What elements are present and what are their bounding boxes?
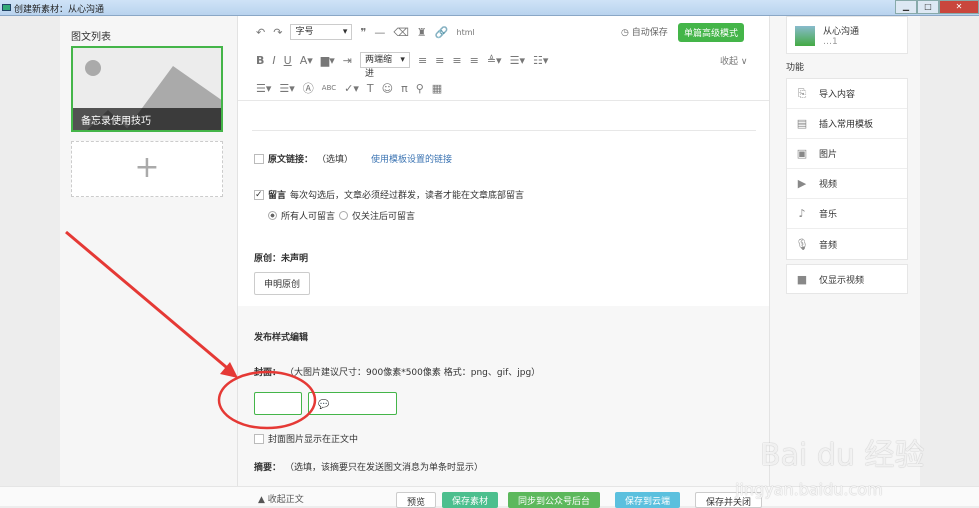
functions-heading: 功能 bbox=[786, 63, 805, 73]
toolbar-row-3: ☰▾ ☰▾ Ⓐ ABC ✓▾ T ☺ π ⚲ ▦ bbox=[256, 80, 442, 96]
table-icon[interactable]: ▦ bbox=[432, 82, 442, 95]
video-only-button[interactable]: ■ 仅显示视频 bbox=[786, 264, 908, 294]
function-list: ⎘ 导入内容 ▤ 插入常用模板 ▣ 图片 ▶ 视频 ♪ 音乐 🎙 音频 bbox=[786, 78, 908, 260]
add-article-button[interactable]: + bbox=[71, 141, 223, 197]
function-template[interactable]: ▤ 插入常用模板 bbox=[787, 109, 907, 139]
import-icon: ⎘ bbox=[797, 86, 807, 100]
strikethrough-icon[interactable]: ABC bbox=[322, 84, 336, 92]
article-list-heading: 图文列表 bbox=[71, 32, 111, 43]
cover-hint: （大图片建议尺寸：900像素*500像素 格式：png、gif、jpg） bbox=[285, 368, 541, 378]
find-icon[interactable]: ⚲ bbox=[416, 82, 424, 95]
unordered-list-icon[interactable]: ☰▾ bbox=[279, 82, 294, 95]
function-image[interactable]: ▣ 图片 bbox=[787, 139, 907, 169]
image-icon: ▣ bbox=[796, 147, 808, 160]
comment-all-label: 所有人可留言 bbox=[281, 212, 336, 222]
redo-icon[interactable]: ↷ bbox=[273, 26, 282, 39]
source-link-hint: （选填） bbox=[317, 155, 354, 165]
comment-followers-label: 仅关注后可留言 bbox=[352, 212, 416, 222]
function-import[interactable]: ⎘ 导入内容 bbox=[787, 79, 907, 109]
account-name: 从心沟通 bbox=[823, 27, 860, 37]
ordered-list-icon[interactable]: ☰▾ bbox=[256, 82, 271, 95]
auto-save-status: ◷ 自动保存 bbox=[621, 28, 668, 38]
source-link-checkbox[interactable] bbox=[254, 153, 264, 164]
format-brush-icon[interactable]: ♜ bbox=[417, 26, 427, 39]
bold-icon[interactable]: B bbox=[256, 54, 264, 67]
account-card: 从心沟通 …1 bbox=[786, 16, 908, 54]
close-button[interactable]: ✕ bbox=[939, 0, 979, 14]
text-format-icon[interactable]: T bbox=[367, 82, 374, 95]
music-icon: ♪ bbox=[798, 207, 806, 220]
link-icon[interactable]: 🔗 bbox=[435, 26, 449, 39]
check-icon[interactable]: ✓▾ bbox=[344, 82, 359, 95]
toolbar-divider bbox=[238, 100, 769, 101]
microphone-icon: 🎙 bbox=[795, 237, 809, 251]
horizontal-rule-icon[interactable]: — bbox=[374, 26, 385, 39]
align-right-icon[interactable]: ≡ bbox=[452, 54, 461, 67]
function-video[interactable]: ▶ 视频 bbox=[787, 169, 907, 199]
collapse-body-button[interactable]: ▲ 收起正文 bbox=[248, 490, 314, 506]
template-icon: ▤ bbox=[796, 117, 808, 130]
font-size-select[interactable]: 字号 ▾ bbox=[290, 24, 353, 40]
maximize-button[interactable]: □ bbox=[917, 0, 939, 14]
account-avatar bbox=[795, 26, 815, 46]
title-bar: 创建新素材：从心沟通 ▁ □ ✕ bbox=[0, 0, 979, 16]
template-link[interactable]: 使用模板设置的链接 bbox=[371, 152, 452, 165]
upload-button[interactable]: ⇪ 上传 bbox=[254, 392, 303, 415]
summary-label: 摘要： bbox=[254, 463, 282, 473]
summary-hint: （选填，该摘要只在发送图文消息为单条时显示） bbox=[285, 463, 484, 473]
article-list-panel: 图文列表 备忘录使用技巧 + bbox=[60, 16, 237, 486]
indent-icon[interactable]: ⇥ bbox=[343, 54, 352, 67]
collapse-toolbar-button[interactable]: 收起 ∨ bbox=[720, 54, 747, 67]
italic-icon[interactable]: I bbox=[272, 54, 275, 67]
function-audio[interactable]: 🎙 音频 bbox=[787, 229, 907, 259]
align-center-icon[interactable]: ≡ bbox=[435, 54, 444, 67]
video-icon: ▶ bbox=[797, 177, 807, 190]
align-left-icon[interactable]: ≡ bbox=[418, 54, 427, 67]
publish-heading: 发布样式编辑 bbox=[254, 333, 309, 343]
text-border-icon[interactable]: Ⓐ bbox=[303, 80, 314, 96]
justify-icon[interactable]: ≡ bbox=[470, 54, 479, 67]
comment-all-radio[interactable] bbox=[268, 211, 277, 220]
video-camera-icon: ■ bbox=[796, 272, 808, 286]
baidu-watermark: Bai du 经验 bbox=[760, 438, 925, 473]
toolbar-row-1: ↶ ↷ 字号 ▾ ❞ — ⌫ ♜ 🔗 html bbox=[256, 24, 475, 40]
content-divider bbox=[252, 130, 756, 131]
editor-panel: ↶ ↷ 字号 ▾ ❞ — ⌫ ♜ 🔗 html ◷ 自动保存 单篇高级模式 BIU A▾… bbox=[237, 16, 770, 486]
indent-select[interactable]: 两端缩进 ▾ bbox=[359, 52, 410, 79]
choose-from-library-button[interactable]: 💬 从图片库选择 bbox=[308, 392, 397, 415]
emoji-icon[interactable]: ☺ bbox=[382, 82, 393, 95]
paragraph-spacing-icon[interactable]: ☰▾ bbox=[510, 54, 525, 67]
minimize-button[interactable]: ▁ bbox=[895, 0, 917, 14]
font-color-icon[interactable]: A▾ bbox=[300, 54, 313, 67]
window-title: 创建新素材：从心沟通 bbox=[14, 5, 105, 15]
right-panel: 从心沟通 …1 功能 ⎘ 导入内容 ▤ 插入常用模板 ▣ 图片 ▶ 视频 ♪ 音乐 🎙 音频… bbox=[770, 16, 920, 486]
undo-icon[interactable]: ↶ bbox=[256, 26, 265, 39]
source-link-label: 原文链接： bbox=[268, 155, 314, 165]
declare-original-button[interactable]: 申明原创 bbox=[254, 272, 311, 295]
formula-icon[interactable]: π bbox=[401, 82, 408, 95]
advanced-mode-button[interactable]: 单篇高级模式 bbox=[678, 23, 745, 42]
comment-label: 留言 bbox=[268, 191, 287, 201]
app-icon bbox=[2, 4, 11, 11]
baidu-watermark-url: jingyan.baidu.com bbox=[735, 480, 883, 499]
function-music[interactable]: ♪ 音乐 bbox=[787, 199, 907, 229]
cover-in-body-label: 封面图片显示在正文中 bbox=[268, 435, 359, 445]
highlight-icon[interactable]: ▆▾ bbox=[321, 54, 335, 67]
html-button[interactable]: html bbox=[457, 28, 475, 37]
comment-followers-radio[interactable] bbox=[339, 211, 349, 220]
toolbar-row-2: BIU A▾ ▆▾ ⇥ 两端缩进 ▾ ≡ ≡ ≡ ≡ ≜▾ ☰▾ ☷▾ bbox=[256, 52, 548, 79]
article-card-caption: 备忘录使用技巧 bbox=[73, 108, 221, 130]
eraser-icon[interactable]: ⌫ bbox=[393, 26, 409, 39]
line-height-icon[interactable]: ≜▾ bbox=[487, 54, 502, 67]
letter-spacing-icon[interactable]: ☷▾ bbox=[533, 54, 548, 67]
comment-checkbox[interactable] bbox=[254, 189, 264, 200]
original-status: 原创：未声明 bbox=[254, 254, 309, 264]
article-card[interactable]: 备忘录使用技巧 bbox=[71, 46, 223, 132]
quote-icon[interactable]: ❞ bbox=[360, 26, 366, 39]
account-sub: …1 bbox=[823, 37, 838, 47]
cover-in-body-checkbox[interactable] bbox=[254, 433, 264, 444]
comment-description: 每次勾选后，文章必须经过群发，读者才能在文章底部留言 bbox=[290, 191, 525, 201]
cover-label: 封面： bbox=[254, 368, 282, 378]
underline-icon[interactable]: U bbox=[284, 54, 292, 67]
